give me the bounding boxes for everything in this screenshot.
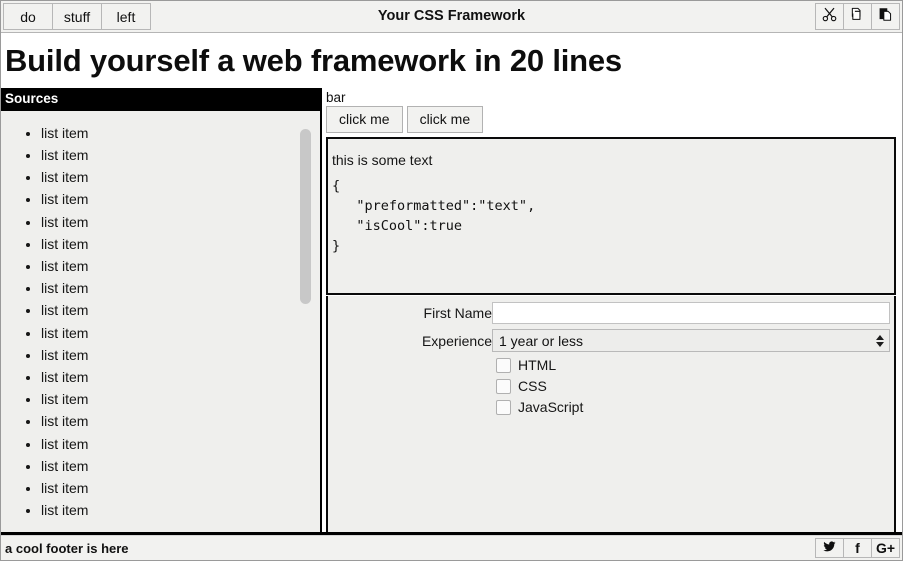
list-item: list item bbox=[41, 233, 320, 255]
app-window: do stuff left Your CSS Framework Build y… bbox=[0, 0, 903, 561]
experience-select[interactable]: 1 year or less bbox=[492, 329, 890, 353]
googleplus-icon: G+ bbox=[875, 540, 896, 556]
sources-header: Sources bbox=[1, 88, 320, 111]
experience-select-wrap: 1 year or less bbox=[492, 329, 890, 353]
checkbox-javascript[interactable] bbox=[496, 399, 511, 415]
tool-button-group bbox=[815, 1, 902, 32]
copy-button[interactable] bbox=[843, 3, 872, 30]
list-item: list item bbox=[41, 410, 320, 432]
nav-do[interactable]: do bbox=[3, 3, 53, 30]
list-item: list item bbox=[41, 344, 320, 366]
list-item: list item bbox=[41, 388, 320, 410]
list-item: list item bbox=[41, 277, 320, 299]
panel-paragraph: this is some text bbox=[332, 152, 433, 169]
main-panel: bar click me click me this is some text … bbox=[322, 88, 902, 535]
twitter-button[interactable] bbox=[815, 538, 844, 558]
nav-left[interactable]: left bbox=[101, 3, 151, 30]
tab-click-me-1-label: click me bbox=[339, 111, 390, 128]
top-toolbar: do stuff left Your CSS Framework bbox=[1, 1, 902, 33]
first-name-row: First Name bbox=[328, 302, 894, 325]
page-heading-area: Build yourself a web framework in 20 lin… bbox=[1, 33, 902, 89]
checkbox-row-javascript[interactable]: JavaScript bbox=[492, 399, 894, 416]
list-item: list item bbox=[41, 433, 320, 455]
list-item: list item bbox=[41, 144, 320, 166]
tab-click-me-2-label: click me bbox=[419, 111, 471, 128]
first-name-label: First Name bbox=[423, 305, 492, 322]
facebook-button[interactable]: f bbox=[843, 538, 872, 558]
checkbox-css[interactable] bbox=[496, 379, 511, 395]
sources-panel: Sources list itemlist itemlist itemlist … bbox=[1, 88, 322, 535]
first-name-input[interactable] bbox=[492, 302, 890, 325]
page-title: Build yourself a web framework in 20 lin… bbox=[5, 43, 622, 78]
sources-scrollbar[interactable] bbox=[300, 110, 311, 532]
list-item: list item bbox=[41, 211, 320, 233]
content-panel: this is some text { "preformatted":"text… bbox=[326, 137, 896, 296]
preformatted-block: { "preformatted":"text", "isCool":true } bbox=[332, 177, 536, 254]
list-item: list item bbox=[41, 322, 320, 344]
list-item: list item bbox=[41, 366, 320, 388]
list-item: list item bbox=[41, 477, 320, 499]
sources-list: list itemlist itemlist itemlist itemlist… bbox=[1, 111, 320, 522]
list-item: list item bbox=[41, 188, 320, 210]
cut-button[interactable] bbox=[815, 3, 844, 30]
sources-body: list itemlist itemlist itemlist itemlist… bbox=[1, 110, 320, 535]
signup-form: First Name Experience 1 year or less HTM… bbox=[326, 296, 896, 532]
checkbox-javascript-label: JavaScript bbox=[518, 399, 584, 416]
bar-label: bar bbox=[322, 88, 902, 107]
list-item: list item bbox=[41, 255, 320, 277]
checkbox-html-label: HTML bbox=[518, 357, 557, 374]
experience-row: Experience 1 year or less bbox=[328, 329, 894, 353]
list-item: list item bbox=[41, 499, 320, 521]
checkbox-row-css[interactable]: CSS bbox=[492, 378, 894, 395]
paste-icon bbox=[878, 7, 893, 27]
checkbox-row-html[interactable]: HTML bbox=[492, 357, 894, 374]
social-button-group: f G+ bbox=[815, 536, 902, 560]
list-item: list item bbox=[41, 299, 320, 321]
experience-label: Experience bbox=[421, 332, 492, 349]
list-item: list item bbox=[41, 122, 320, 144]
sources-scrollbar-thumb[interactable] bbox=[300, 128, 311, 304]
footer: a cool footer is here f G+ bbox=[1, 535, 902, 560]
footer-text: a cool footer is here bbox=[5, 540, 129, 556]
tab-click-me-1[interactable]: click me bbox=[326, 106, 403, 134]
checkbox-css-label: CSS bbox=[518, 378, 547, 395]
paste-button[interactable] bbox=[871, 3, 900, 30]
experience-select-value: 1 year or less bbox=[499, 332, 584, 349]
list-item: list item bbox=[41, 166, 320, 188]
tab-click-me-2[interactable]: click me bbox=[406, 106, 484, 134]
twitter-icon bbox=[823, 540, 836, 556]
facebook-icon: f bbox=[855, 540, 860, 556]
googleplus-button[interactable]: G+ bbox=[871, 538, 900, 558]
cut-icon bbox=[822, 7, 837, 27]
nav-stuff[interactable]: stuff bbox=[52, 3, 102, 30]
nav-left-label: left bbox=[116, 8, 136, 25]
nav-stuff-label: stuff bbox=[63, 8, 91, 25]
nav-button-group: do stuff left bbox=[1, 1, 151, 32]
list-item: list item bbox=[41, 455, 320, 477]
checkbox-html[interactable] bbox=[496, 358, 511, 374]
nav-do-label: do bbox=[20, 8, 36, 25]
tab-bar: click me click me bbox=[322, 106, 902, 134]
copy-icon bbox=[850, 7, 865, 27]
content-columns: Sources list itemlist itemlist itemlist … bbox=[1, 88, 902, 535]
